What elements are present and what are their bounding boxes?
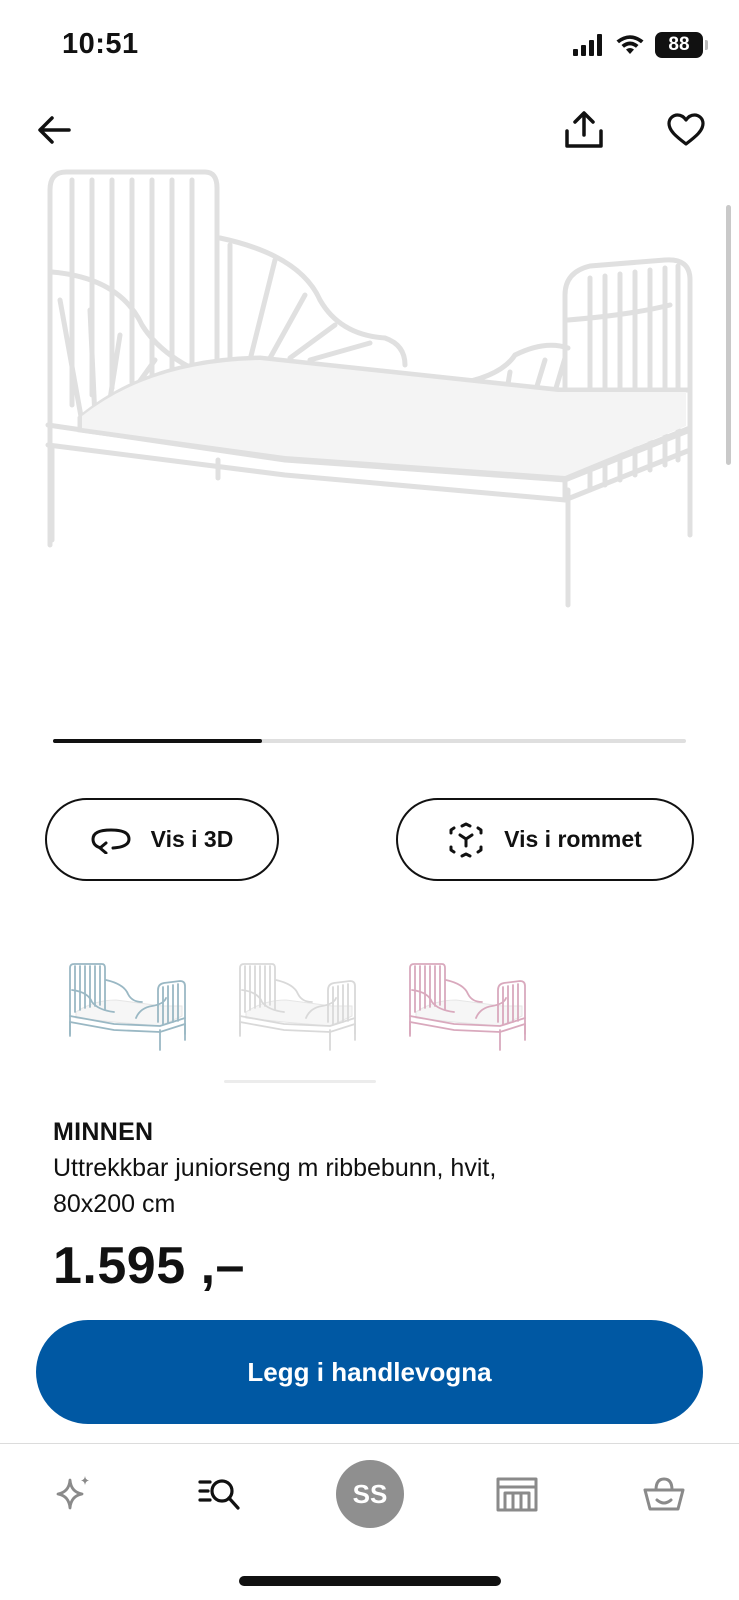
bed-illustration [45, 169, 693, 608]
wifi-icon [616, 35, 644, 54]
product-image[interactable] [0, 160, 739, 700]
avatar: SS [336, 1460, 404, 1528]
status-icons: 88 [573, 32, 708, 58]
view-in-room-button[interactable]: Vis i rommet [396, 798, 694, 881]
share-icon [565, 111, 603, 148]
store-icon [496, 1477, 538, 1512]
product-info: MINNEN Uttrekkbar juniorseng m ribbebunn… [53, 1118, 693, 1296]
gallery-progress-track [53, 739, 686, 743]
product-description-line-1: Uttrekkbar juniorseng m ribbebunn, hvit, [53, 1154, 497, 1182]
bed-thumbnail-pink [409, 963, 526, 1051]
back-button[interactable] [28, 104, 80, 156]
home-indicator [239, 1576, 501, 1586]
tab-basket[interactable] [628, 1458, 700, 1530]
arrow-left-icon [38, 116, 71, 144]
scroll-indicator [726, 205, 731, 465]
view-3d-button[interactable]: Vis i 3D [45, 798, 279, 881]
product-name: MINNEN [53, 1118, 154, 1146]
tab-search[interactable] [184, 1458, 256, 1530]
tab-bar: SS [0, 1444, 739, 1544]
variant-pink[interactable] [404, 960, 534, 1060]
variant-white[interactable] [234, 960, 364, 1060]
add-to-cart-label: Legg i handlevogna [247, 1356, 492, 1387]
view-in-room-label: Vis i rommet [504, 826, 642, 852]
status-bar: 10:51 88 [0, 0, 739, 95]
status-time: 10:51 [62, 28, 139, 60]
tab-stores[interactable] [481, 1458, 553, 1530]
top-nav [0, 100, 739, 160]
cellular-signal-icon [573, 34, 602, 56]
product-price: 1.595 ,– [53, 1237, 245, 1295]
product-description-line-2: 80x200 cm [53, 1190, 176, 1218]
add-to-cart-button[interactable]: Legg i handlevogna [36, 1320, 703, 1424]
variant-blue[interactable] [64, 960, 194, 1060]
heart-icon [667, 113, 705, 146]
battery-indicator: 88 [655, 32, 708, 58]
selected-variant-indicator [224, 1080, 376, 1083]
gallery-progress-fill [53, 739, 262, 743]
bed-thumbnail-blue [69, 963, 186, 1051]
search-list-icon [198, 1479, 240, 1510]
share-button[interactable] [558, 104, 610, 156]
bed-thumbnail-white [239, 963, 356, 1051]
view-3d-label: Vis i 3D [150, 826, 234, 852]
favourite-button[interactable] [660, 104, 712, 156]
basket-icon [643, 1477, 685, 1511]
sparkle-icon [56, 1476, 89, 1510]
tab-inspiration[interactable] [38, 1458, 110, 1530]
tab-profile[interactable]: SS [334, 1458, 406, 1530]
ar-cube-icon [449, 822, 483, 857]
rotate-3d-icon [91, 827, 131, 854]
